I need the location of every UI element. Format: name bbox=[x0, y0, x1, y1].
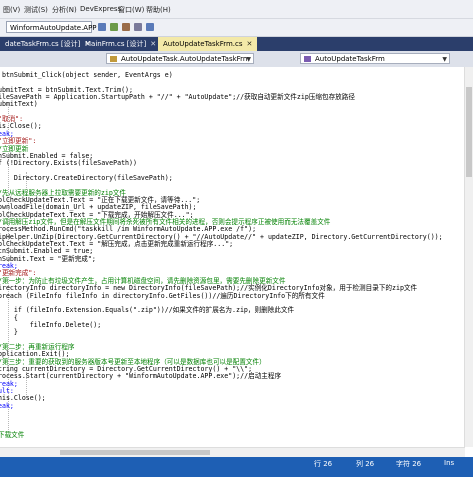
startup-project-combo[interactable]: WinformAutoUpdate.APP bbox=[6, 21, 97, 33]
chevron-down-icon: ▼ bbox=[246, 56, 251, 63]
menu-bar: 图(V) 测试(S) 分析(N) DevExpress 窗口(W) 帮助(H) bbox=[0, 0, 473, 19]
code-line: f (!Directory.Exists(fileSavePath)) bbox=[0, 159, 137, 168]
class-icon bbox=[110, 56, 117, 62]
status-column: 列 26 bbox=[356, 460, 375, 468]
scrollbar-thumb[interactable] bbox=[466, 87, 472, 177]
tab-mainfrm-design[interactable]: MainFrm.cs [设计] ✕ bbox=[80, 37, 161, 51]
toolbar-icon-3[interactable] bbox=[122, 23, 130, 31]
member-dropdown-value: AutoUpdateTaskFrm bbox=[315, 55, 385, 63]
tab-label: AutoUpdateTaskFrm.cs bbox=[163, 40, 243, 48]
tab-autoupdatetaskfrm-code[interactable]: AutoUpdateTaskFrm.cs ✕ bbox=[158, 37, 258, 51]
scrollbar-thumb[interactable] bbox=[60, 450, 210, 455]
class-dropdown-value: AutoUpdateTask.AutoUpdateTaskFrm bbox=[121, 55, 250, 63]
document-tab-bar: dateTaskFrm.cs [设计] ✕ MainFrm.cs [设计] ✕ Au… bbox=[0, 37, 473, 51]
code-line: 下载文件 bbox=[0, 431, 25, 440]
code-line: if (fileInfo.Extension.Equals(".zip"))//… bbox=[0, 306, 295, 315]
status-line: 行 26 bbox=[314, 460, 333, 468]
menu-view[interactable]: 图(V) bbox=[3, 5, 20, 15]
code-line: eak; bbox=[0, 401, 14, 410]
code-line: rocess.Start(currentDirectory + "Winform… bbox=[0, 372, 282, 381]
toolbar: WinformAutoUpdate.APP bbox=[0, 19, 473, 37]
status-char: 字符 26 bbox=[396, 460, 422, 468]
code-line: btnSubmit_Click(object sender, EventArgs… bbox=[0, 71, 173, 79]
tab-label: MainFrm.cs [设计] bbox=[85, 40, 147, 48]
startup-project-value: WinformAutoUpdate.APP bbox=[10, 24, 97, 32]
code-editor[interactable]: btnSubmit_Click(object sender, EventArgs… bbox=[0, 67, 473, 457]
toolbar-icon-1[interactable] bbox=[98, 23, 106, 31]
method-icon bbox=[304, 56, 311, 62]
status-bar: 行 26 列 26 字符 26 Ins bbox=[0, 457, 473, 477]
class-dropdown[interactable]: AutoUpdateTask.AutoUpdateTaskFrm ▼ bbox=[106, 53, 254, 64]
code-line: oreach (FileInfo fileInfo in directoryIn… bbox=[0, 291, 325, 300]
menu-help[interactable]: 帮助(H) bbox=[146, 5, 171, 15]
horizontal-scrollbar[interactable] bbox=[0, 447, 465, 457]
menu-window[interactable]: 窗口(W) bbox=[118, 5, 144, 15]
toolbar-icon-4[interactable] bbox=[134, 23, 142, 31]
chevron-down-icon: ▼ bbox=[442, 56, 447, 63]
member-dropdown[interactable]: AutoUpdateTaskFrm ▼ bbox=[300, 53, 450, 64]
close-icon[interactable]: ✕ bbox=[247, 40, 253, 48]
close-icon[interactable]: ✕ bbox=[150, 40, 156, 48]
code-line: ubmitText) bbox=[0, 100, 38, 109]
menu-devexpress[interactable]: DevExpress bbox=[80, 5, 121, 13]
toolbar-icon-2[interactable] bbox=[110, 23, 118, 31]
toolbar-icon-5[interactable] bbox=[146, 23, 154, 31]
code-line: ileSavePath = Application.StartupPath + … bbox=[0, 93, 355, 102]
menu-analyze[interactable]: 分析(N) bbox=[52, 5, 77, 15]
code-line: Directory.CreateDirectory(fileSavePath); bbox=[0, 173, 173, 182]
navigation-bar: AutoUpdateTask.AutoUpdateTaskFrm ▼ AutoU… bbox=[0, 51, 473, 68]
code-line: } bbox=[13, 328, 18, 337]
status-insert-mode: Ins bbox=[444, 459, 455, 467]
tab-label: dateTaskFrm.cs [设计] bbox=[5, 40, 81, 48]
vertical-scrollbar[interactable] bbox=[464, 67, 473, 447]
menu-test[interactable]: 测试(S) bbox=[24, 5, 48, 15]
